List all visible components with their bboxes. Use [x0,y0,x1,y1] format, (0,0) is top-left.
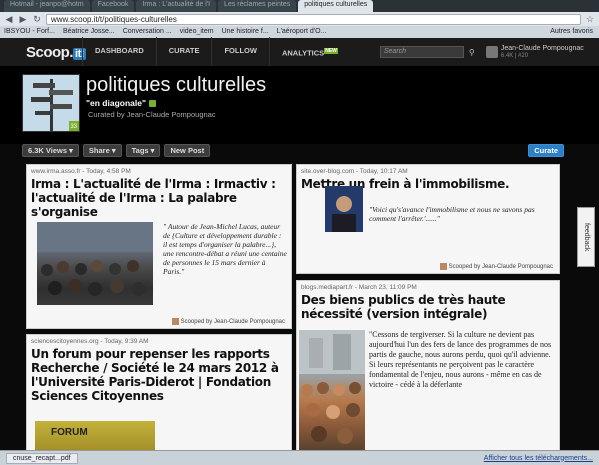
browser-tab[interactable]: Les réclames peintes [218,0,297,12]
menu-analytics[interactable]: ANALYTICSnew [268,36,350,68]
post-quote: "Voici qu's'avance l'immobilisme et nous… [369,205,535,223]
curator-avatar [439,263,447,270]
menu-analytics-label: ANALYTICS [281,48,325,58]
show-all-downloads-link[interactable]: Afficher tous les téléchargements... [484,455,593,462]
topic-image-badge: 33 [70,124,77,130]
reload-icon[interactable]: ↻ [32,14,42,24]
browser-tab-bar: Hotmail - jeanpo@hotm Facebook Irma : L'… [0,0,599,12]
post-source[interactable]: sciencescitoyennes.org - Today, 9:39 AM [27,335,291,347]
browser-tab-active[interactable]: politiques culturelles [298,0,374,12]
portrait-photo [325,186,363,232]
download-item[interactable]: cnuse_recapt...pdf [6,452,78,464]
post-image[interactable] [299,330,365,458]
downloads-bar: cnuse_recapt...pdf Afficher tous les tél… [0,450,599,465]
topic-curator: Curated by Jean-Claude Pompougnac [88,110,216,119]
site-logo[interactable]: Scoop. it! [26,43,86,61]
scooped-by: Scooped by Jean-Claude Pompougnac [171,318,285,325]
topic-image: 33 [22,74,80,132]
scooped-by-text[interactable]: Scooped by Jean-Claude Pompougnac [449,264,553,270]
bookmark-item[interactable]: Autres favoris [550,26,599,38]
browser-tab[interactable]: Facebook [91,0,135,12]
topic-toolbar: 6.3K Views ▾ Share ▾ Tags ▾ New Post Cur… [22,144,564,158]
logo-text: Scoop. [26,43,74,61]
browser-tab[interactable]: Irma : L'actualité de l'I [136,0,217,12]
feedback-tab[interactable]: feedback [577,207,595,267]
scooped-by: Scooped by Jean-Claude Pompougnac [439,263,553,270]
post-quote: " Autour de Jean-Michel Lucas, auteur de… [163,222,287,276]
post-card[interactable]: sciencescitoyennes.org - Today, 9:39 AM … [26,334,292,465]
post-title[interactable]: Des biens publics de très haute nécessit… [297,293,559,321]
main-menu: DASHBOARD CURATE FOLLOW ANALYTICSnew [82,36,350,68]
user-menu[interactable]: Jean-Claude Pompougnac 6.4K | #20 [485,45,584,59]
star-icon[interactable]: ☆ [585,14,595,24]
topic-subtitle: "en diagonale" [86,98,157,108]
post-grid: www.irma.asso.fr - Today, 4:58 PM Irma :… [22,164,564,465]
post-image-text: FORUM [51,427,88,438]
scooped-by-text[interactable]: Scooped by Jean-Claude Pompougnac [181,319,285,325]
post-image[interactable] [37,222,153,305]
audience-photo [37,222,153,296]
url-field[interactable]: www.scoop.it/t/politiques-culturelles [46,13,581,25]
menu-follow[interactable]: FOLLOW [211,36,269,68]
views-label: 6.3K Views [28,146,68,155]
back-icon[interactable]: ◀ [4,14,14,24]
tags-label: Tags [131,146,149,155]
bookmark-item[interactable]: IBSYOU - Forf... [4,26,55,38]
post-source[interactable]: www.irma.asso.fr - Today, 4:58 PM [27,165,291,177]
search-icon[interactable]: ⚲ [466,46,478,58]
page-title: politiques culturelles [86,74,267,96]
post-card[interactable]: www.irma.asso.fr - Today, 4:58 PM Irma :… [26,164,292,329]
user-stats: 6.4K | #20 [500,53,529,59]
post-source[interactable]: blogs.mediapart.fr - March 23, 11:09 PM [297,281,559,293]
views-button[interactable]: 6.3K Views ▾ [22,144,79,157]
post-title[interactable]: Irma : L'actualité de l'Irma : Irmactiv … [27,177,291,219]
site-header: Scoop. it! DASHBOARD CURATE FOLLOW ANALYT… [0,36,599,68]
post-card[interactable]: site.over-blog.com - Today, 10:17 AM Met… [296,164,560,274]
post-card[interactable]: blogs.mediapart.fr - March 23, 11:09 PM … [296,280,560,465]
address-bar-row: ◀ ▶ ↻ www.scoop.it/t/politiques-culturel… [0,12,599,26]
avatar [485,46,498,58]
new-post-button[interactable]: New Post [164,144,211,157]
curate-button[interactable]: Curate [528,144,564,157]
user-name: Jean-Claude Pompougnac [500,45,584,52]
forward-icon[interactable]: ▶ [18,14,28,24]
rss-icon[interactable] [149,100,157,108]
menu-curate[interactable]: CURATE [155,36,212,68]
topic-subtitle-text: "en diagonale" [86,98,147,108]
crowd-photo [299,330,365,444]
post-quote: "Cessons de tergiverser. Si la culture n… [369,330,552,389]
share-label: Share [88,146,110,155]
post-title[interactable]: Un forum pour repenser les rapports Rech… [27,347,291,403]
menu-dashboard[interactable]: DASHBOARD [82,36,156,68]
share-button[interactable]: Share ▾ [82,144,122,157]
new-badge: new [324,47,338,54]
browser-tab[interactable]: Hotmail - jeanpo@hotm [4,0,90,12]
curator-avatar [171,318,179,325]
search-input[interactable]: Search [379,46,464,58]
tags-button[interactable]: Tags ▾ [125,144,161,157]
post-image[interactable] [325,186,363,232]
post-source[interactable]: site.over-blog.com - Today, 10:17 AM [297,165,559,177]
